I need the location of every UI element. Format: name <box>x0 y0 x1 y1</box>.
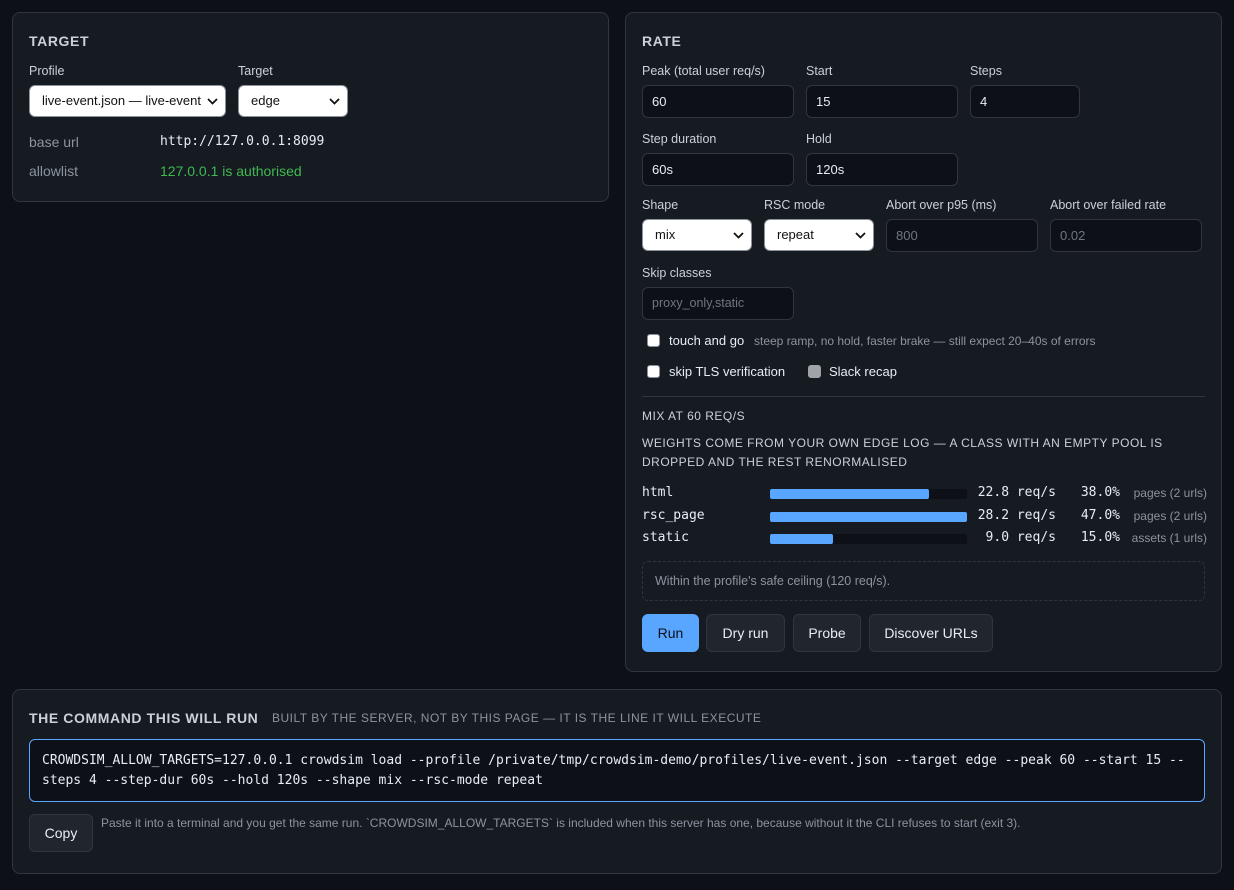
mix-rate: 22.8 req/s <box>977 485 1056 500</box>
abort-failed-label: Abort over failed rate <box>1050 198 1167 212</box>
skip-tls-checkbox[interactable] <box>647 365 660 378</box>
slack-recap-checkbox[interactable] <box>808 365 821 378</box>
mix-class-name: static <box>642 530 689 545</box>
command-text[interactable]: CROWDSIM_ALLOW_TARGETS=127.0.0.1 crowdsi… <box>29 739 1205 802</box>
peak-label: Peak (total user req/s) <box>642 64 765 78</box>
mix-bar-fill <box>770 512 967 522</box>
touch-and-go-hint: steep ramp, no hold, faster brake — stil… <box>754 334 1096 348</box>
mix-percent: 47.0% <box>1080 508 1120 523</box>
slack-recap-label: Slack recap <box>829 364 897 379</box>
chevron-down-icon <box>328 86 340 116</box>
shape-select[interactable]: mix <box>642 219 752 251</box>
start-label: Start <box>806 64 833 78</box>
mix-bar-fill <box>770 534 833 544</box>
profile-label: Profile <box>29 64 65 78</box>
step-duration-input[interactable]: 60s <box>642 153 794 186</box>
mix-bar-track <box>770 512 967 522</box>
profile-select[interactable]: live-event.json — live-event <box>29 85 226 117</box>
rsc-mode-select-value: repeat <box>777 227 814 242</box>
allowlist-key: allowlist <box>29 163 79 179</box>
peak-input[interactable]: 60 <box>642 85 794 118</box>
copy-button[interactable]: Copy <box>29 814 93 852</box>
skip-classes-input[interactable]: proxy_only,static <box>642 287 794 320</box>
divider <box>642 396 1205 397</box>
chevron-down-icon <box>206 86 218 116</box>
abort-failed-input[interactable]: 0.02 <box>1050 219 1202 252</box>
hold-input[interactable]: 120s <box>806 153 958 186</box>
abort-p95-label: Abort over p95 (ms) <box>886 198 997 212</box>
mix-bar-fill <box>770 489 929 499</box>
shape-select-value: mix <box>655 227 676 242</box>
copy-hint: Paste it into a terminal and you get the… <box>101 816 1021 830</box>
table-row: rsc_page 28.2 req/s 47.0% pages (2 urls) <box>642 506 1207 526</box>
target-panel: TARGET Profile live-event.json — live-ev… <box>12 12 609 202</box>
mix-rate: 28.2 req/s <box>977 508 1056 523</box>
command-subheading: BUILT BY THE SERVER, NOT BY THIS PAGE — … <box>272 711 762 725</box>
target-select[interactable]: edge <box>238 85 348 117</box>
command-panel: THE COMMAND THIS WILL RUN BUILT BY THE S… <box>12 689 1222 874</box>
hold-label: Hold <box>806 132 832 146</box>
skip-classes-label: Skip classes <box>642 266 712 280</box>
profile-select-value: live-event.json — live-event <box>42 93 201 108</box>
abort-p95-input[interactable]: 800 <box>886 219 1038 252</box>
table-row: static 9.0 req/s 15.0% assets (1 urls) <box>642 528 1207 548</box>
chevron-down-icon <box>854 220 866 250</box>
mix-bar-track <box>770 534 967 544</box>
mix-note: assets (1 urls) <box>1131 531 1207 545</box>
mix-class-name: html <box>642 485 674 500</box>
table-row: html 22.8 req/s 38.0% pages (2 urls) <box>642 483 1207 503</box>
rate-panel: RATE Peak (total user req/s) 60 Start 15… <box>625 12 1222 672</box>
target-select-value: edge <box>251 93 280 108</box>
allowlist-value: 127.0.0.1 is authorised <box>160 163 302 179</box>
rsc-mode-label: RSC mode <box>764 198 826 212</box>
base-url-value: http://127.0.0.1:8099 <box>160 134 325 149</box>
mix-description: WEIGHTS COME FROM YOUR OWN EDGE LOG — A … <box>642 436 1163 469</box>
skip-tls-label: skip TLS verification <box>669 364 786 379</box>
shape-label: Shape <box>642 198 679 212</box>
target-heading: TARGET <box>29 33 90 49</box>
touch-and-go-label: touch and go <box>669 333 745 348</box>
mix-note: pages (2 urls) <box>1133 509 1207 523</box>
run-button[interactable]: Run <box>642 614 699 652</box>
discover-urls-button[interactable]: Discover URLs <box>869 614 993 652</box>
touch-and-go-checkbox[interactable] <box>647 334 660 347</box>
command-heading: THE COMMAND THIS WILL RUN <box>29 710 259 726</box>
mix-rate: 9.0 req/s <box>985 530 1056 545</box>
steps-label: Steps <box>970 64 1002 78</box>
mix-class-name: rsc_page <box>642 508 705 523</box>
mix-percent: 15.0% <box>1080 530 1120 545</box>
rate-heading: RATE <box>642 33 682 49</box>
base-url-key: base url <box>29 134 79 150</box>
steps-input[interactable]: 4 <box>970 85 1080 118</box>
mix-note: pages (2 urls) <box>1133 486 1207 500</box>
probe-button[interactable]: Probe <box>793 614 861 652</box>
dry-run-button[interactable]: Dry run <box>706 614 785 652</box>
rsc-mode-select[interactable]: repeat <box>764 219 874 251</box>
mix-percent: 38.0% <box>1080 485 1120 500</box>
mix-bar-track <box>770 489 967 499</box>
chevron-down-icon <box>732 220 744 250</box>
step-duration-label: Step duration <box>642 132 717 146</box>
target-label: Target <box>238 64 273 78</box>
ceiling-notice: Within the profile's safe ceiling (120 r… <box>642 561 1205 601</box>
mix-title: MIX AT 60 REQ/S <box>642 409 746 423</box>
start-input[interactable]: 15 <box>806 85 958 118</box>
